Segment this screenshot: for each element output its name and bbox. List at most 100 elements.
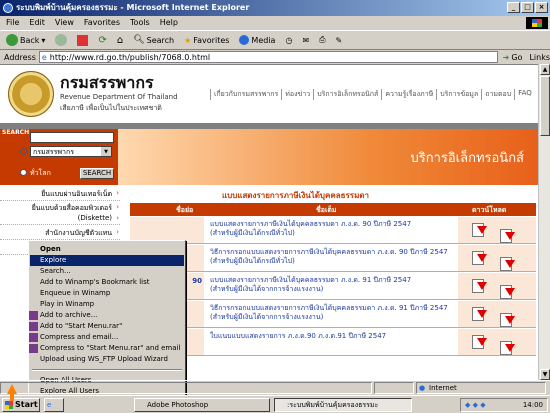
address-label: Address bbox=[4, 52, 36, 62]
menu-view[interactable]: View bbox=[55, 16, 74, 30]
windows-logo-icon bbox=[526, 17, 548, 29]
row-full[interactable]: แบบแสดงรายการภาษีเงินได้บุคคลธรรมดา ภ.ง.… bbox=[210, 276, 450, 294]
menu-item-winamp-bookmark[interactable]: Add to Winamp's Bookmark list bbox=[30, 277, 184, 288]
taskbar-ie-window[interactable]: :ระบบพิมพ์บ้านคุ้มครองธรรมะ bbox=[274, 398, 412, 412]
download-cell bbox=[458, 301, 536, 327]
menu-tools[interactable]: Tools bbox=[130, 16, 150, 30]
topnav-info[interactable]: บริการข้อมูล bbox=[436, 89, 481, 100]
pdf-icon[interactable] bbox=[500, 341, 516, 355]
vertical-scrollbar[interactable]: ▲ ▼ bbox=[538, 64, 550, 380]
revenue-seal-logo bbox=[8, 71, 54, 117]
stop-icon bbox=[77, 34, 89, 46]
go-button[interactable]: ➜ Go bbox=[503, 53, 523, 62]
pdf-icon[interactable] bbox=[500, 285, 516, 299]
download-cell bbox=[458, 329, 536, 355]
sidebar-item-efiling[interactable]: ยื่นแบบผ่านอินเทอร์เน็ต bbox=[0, 189, 120, 201]
taskbar-photoshop[interactable]: Adobe Photoshop bbox=[134, 398, 270, 412]
topnav-news[interactable]: ท่องข่าว bbox=[281, 89, 313, 100]
col-full: ชื่อเต็ม bbox=[316, 206, 337, 214]
menu-file[interactable]: File bbox=[6, 16, 19, 30]
scroll-down-icon[interactable]: ▼ bbox=[540, 369, 550, 380]
history-button[interactable]: ◷ bbox=[283, 32, 294, 48]
close-button[interactable]: × bbox=[535, 2, 548, 13]
forward-button[interactable] bbox=[53, 32, 69, 48]
dropdown-icon: ▾ bbox=[41, 35, 46, 45]
menu-separator bbox=[32, 369, 182, 371]
menu-edit[interactable]: Edit bbox=[29, 16, 45, 30]
pdf-icon[interactable] bbox=[472, 335, 488, 349]
site-search-input[interactable] bbox=[30, 132, 114, 143]
search-title: SEARCH bbox=[2, 129, 30, 136]
home-button[interactable]: ⌂ bbox=[115, 32, 125, 48]
menu-item-explore[interactable]: Explore bbox=[30, 255, 184, 266]
brand-english: Revenue Department Of Thailand bbox=[60, 93, 178, 101]
menu-favorites[interactable]: Favorites bbox=[84, 16, 120, 30]
row-full[interactable]: วิธีการกรอกแบบแสดงรายการภาษีเงินได้บุคคล… bbox=[210, 304, 450, 322]
topnav-about[interactable]: เกี่ยวกับกรมสรรพากร bbox=[210, 89, 281, 100]
address-bar: Address e http://www.rd.go.th/publish/70… bbox=[0, 50, 550, 64]
taskbar: Start e Adobe Photoshop :ระบบพิมพ์บ้านคุ… bbox=[0, 395, 550, 413]
row-full-line2: (สำหรับผู้มีเงินได้จากการจ้างแรงงาน) bbox=[210, 313, 324, 321]
top-nav: เกี่ยวกับกรมสรรพากร ท่องข่าว บริการอิเล็… bbox=[210, 89, 535, 100]
row-full[interactable]: วิธีการกรอกแบบแสดงรายการภาษีเงินได้บุคคล… bbox=[210, 248, 450, 266]
zone-label: Internet bbox=[429, 383, 457, 392]
site-search-button[interactable]: SEARCH bbox=[80, 168, 114, 179]
radio-option1[interactable] bbox=[20, 148, 27, 155]
address-input[interactable]: e http://www.rd.go.th/publish/7068.0.htm… bbox=[38, 51, 498, 63]
menu-help[interactable]: Help bbox=[160, 16, 178, 30]
row-full[interactable]: ใบแนบแบบแสดงรายการ ภ.ง.ด.90 ภ.ง.ด.91 ปีภ… bbox=[210, 332, 450, 341]
topnav-knowledge[interactable]: ความรู้เรื่องภาษี bbox=[381, 89, 436, 100]
pdf-icon[interactable] bbox=[500, 313, 516, 327]
stop-button[interactable] bbox=[75, 32, 90, 48]
menu-item-add-archive[interactable]: Add to archive... bbox=[29, 310, 184, 321]
mail-button[interactable]: ✉ bbox=[300, 32, 311, 48]
start-button[interactable]: Start bbox=[2, 398, 40, 412]
search-label: Search bbox=[146, 35, 175, 45]
topnav-qa[interactable]: ถามตอบ bbox=[481, 89, 514, 100]
topnav-faq[interactable]: FAQ bbox=[514, 89, 535, 100]
table-header: ชื่อย่อ ชื่อเต็ม ดาวน์โหลด bbox=[130, 203, 536, 216]
menu-item-wsftp-upload[interactable]: Upload using WS_FTP Upload Wizard bbox=[30, 354, 184, 365]
sidebar-item-agent[interactable]: สำนักงานบัญชีตัวแทน bbox=[0, 228, 120, 240]
print-button[interactable]: ⎙ bbox=[317, 32, 327, 48]
pdf-icon[interactable] bbox=[500, 229, 516, 243]
pdf-icon[interactable] bbox=[472, 251, 488, 265]
download-cell bbox=[458, 245, 536, 271]
winrar-icon bbox=[29, 311, 38, 320]
scroll-up-icon[interactable]: ▲ bbox=[540, 64, 550, 75]
topnav-eservice[interactable]: บริการอิเล็กทรอนิกส์ bbox=[313, 89, 381, 100]
search-scope-select[interactable]: กรมสรรพากร bbox=[30, 146, 112, 157]
menu-item-search[interactable]: Search... bbox=[30, 266, 184, 277]
refresh-button[interactable]: ⟳ bbox=[96, 32, 108, 48]
scroll-thumb[interactable] bbox=[540, 76, 550, 136]
favorites-button[interactable]: ★ Favorites bbox=[182, 32, 231, 48]
menu-item-add-rar[interactable]: Add to "Start Menu.rar" bbox=[29, 321, 184, 332]
menu-item-compress-email[interactable]: Compress and email... bbox=[29, 332, 184, 343]
go-label: Go bbox=[511, 52, 523, 62]
home-icon: ⌂ bbox=[116, 34, 124, 46]
row-full-line1: ใบแนบแบบแสดงรายการ ภ.ง.ด.90 ภ.ง.ด.91 ปีภ… bbox=[210, 332, 387, 340]
menu-item-open[interactable]: Open bbox=[30, 244, 184, 255]
edit-button[interactable]: ✎ bbox=[334, 32, 345, 48]
pdf-icon[interactable] bbox=[500, 257, 516, 271]
menu-item-winamp-play[interactable]: Play in Winamp bbox=[30, 299, 184, 310]
row-full[interactable]: แบบแสดงรายการภาษีเงินได้บุคคลธรรมดา ภ.ง.… bbox=[210, 220, 450, 238]
menu-item-winamp-enqueue[interactable]: Enqueue in Winamp bbox=[30, 288, 184, 299]
sidebar-item-diskette[interactable]: ยื่นแบบด้วยสื่อคอมพิวเตอร์ bbox=[0, 203, 120, 214]
ie-quicklaunch-icon[interactable]: e bbox=[47, 401, 51, 409]
search-button[interactable]: 🔍︎ Search bbox=[131, 32, 176, 48]
links-label[interactable]: Links bbox=[529, 53, 550, 62]
pdf-icon[interactable] bbox=[472, 307, 488, 321]
status-zone: ● Internet bbox=[416, 381, 546, 394]
pdf-icon[interactable] bbox=[472, 223, 488, 237]
radio-option2[interactable] bbox=[20, 169, 27, 176]
minimize-button[interactable]: _ bbox=[507, 2, 520, 13]
pdf-icon[interactable] bbox=[472, 279, 488, 293]
media-button[interactable]: Media bbox=[237, 32, 277, 48]
search-icon: 🔍︎ bbox=[133, 35, 145, 45]
menu-item-compress-rar-email[interactable]: Compress to "Start Menu.rar" and email bbox=[29, 343, 184, 354]
back-button[interactable]: Back ▾ bbox=[4, 32, 47, 48]
tray-icons: ◆ ◆ ◆ bbox=[465, 401, 486, 409]
maximize-button[interactable]: □ bbox=[521, 2, 534, 13]
brand-slogan: เสียภาษี เพื่อเป็นไปในประเทศชาติ bbox=[60, 104, 162, 112]
